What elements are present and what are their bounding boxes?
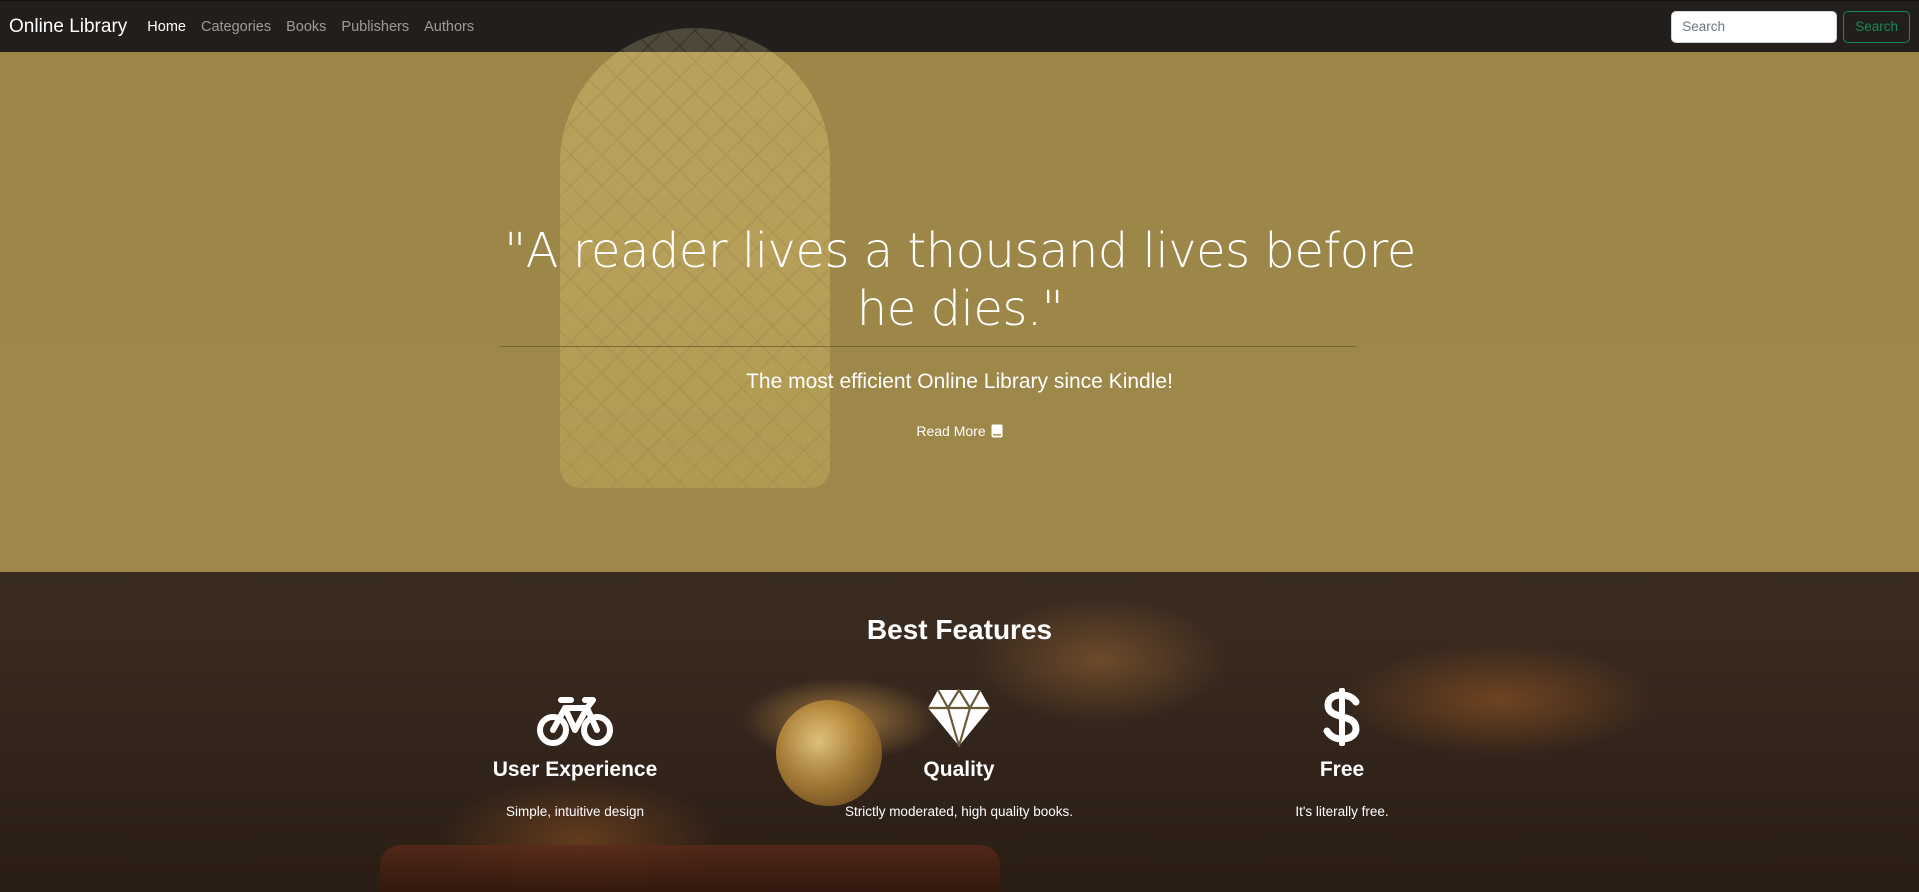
- feature-free: Free It's literally free.: [1192, 686, 1492, 819]
- search-input[interactable]: [1671, 10, 1838, 43]
- navbar: Online Library Home Categories Books Pub…: [0, 0, 1919, 52]
- feature-description: Simple, intuitive design: [505, 804, 645, 819]
- nav-link-books[interactable]: Books: [286, 19, 326, 35]
- background-desk-image: [380, 845, 1000, 892]
- feature-description: Strictly moderated, high quality books.: [844, 804, 1074, 819]
- feature-user-experience: User Experience Simple, intuitive design: [425, 686, 725, 819]
- gem-icon: [928, 688, 990, 748]
- feature-title: Free: [1319, 758, 1365, 781]
- nav-link-categories[interactable]: Categories: [201, 19, 271, 35]
- read-more-label: Read More: [916, 423, 986, 439]
- features-title: Best Features: [866, 614, 1053, 645]
- hero-divider: [500, 346, 1356, 347]
- nav-link-authors[interactable]: Authors: [424, 19, 474, 35]
- nav-link-publishers[interactable]: Publishers: [341, 19, 409, 35]
- search-button[interactable]: Search: [1843, 10, 1910, 43]
- hero-tagline: The most efficient Online Library since …: [746, 370, 1173, 393]
- read-more-link[interactable]: Read More: [0, 423, 1919, 439]
- feature-title: User Experience: [492, 758, 658, 781]
- feature-quality: Quality Strictly moderated, high quality…: [809, 686, 1109, 819]
- book-icon: [991, 424, 1003, 438]
- page: Online Library Home Categories Books Pub…: [0, 0, 1919, 892]
- search-form: Search: [1671, 10, 1910, 43]
- bicycle-icon: [537, 697, 613, 746]
- dollar-icon: [1323, 688, 1360, 746]
- feature-title: Quality: [923, 758, 995, 781]
- nav-links: Home Categories Books Publishers Authors: [147, 19, 474, 35]
- brand-link[interactable]: Online Library: [9, 16, 127, 38]
- hero-quote: "A reader lives a thousand lives before …: [504, 223, 1416, 337]
- nav-link-home[interactable]: Home: [147, 19, 186, 35]
- feature-description: It's literally free.: [1295, 804, 1389, 819]
- hero-section: "A reader lives a thousand lives before …: [0, 52, 1919, 572]
